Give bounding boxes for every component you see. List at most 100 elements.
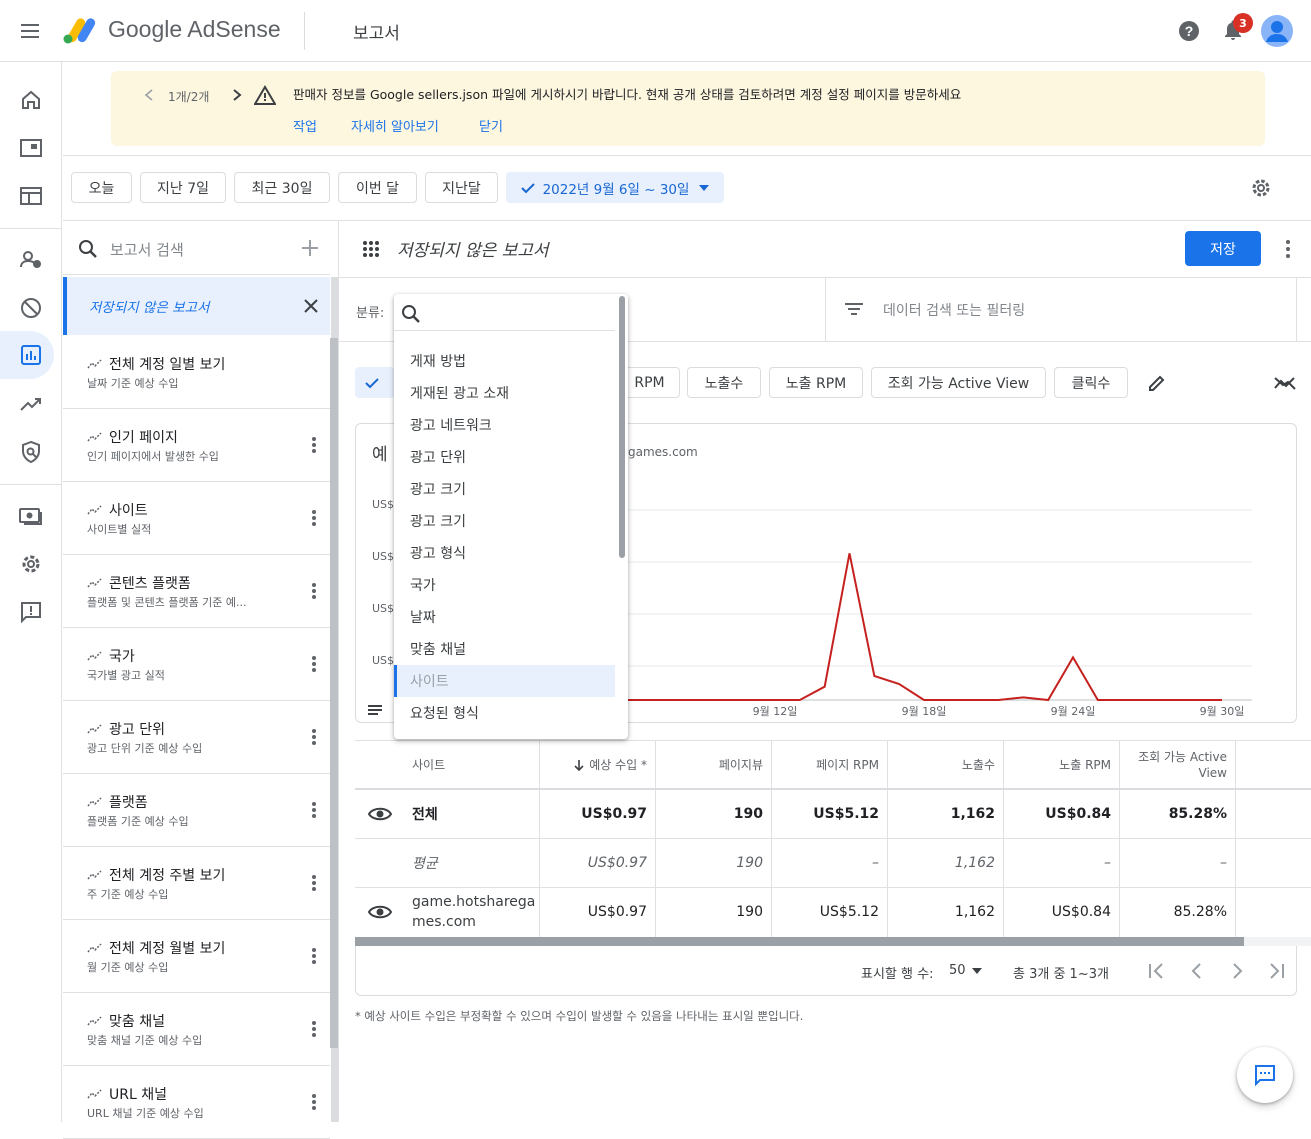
dropdown-option[interactable]: 게재 방법 xyxy=(394,345,615,377)
filter-input[interactable]: 데이터 검색 또는 필터링 xyxy=(883,300,1025,320)
dropdown-option[interactable]: 사이트 xyxy=(394,665,615,697)
report-item-monthly-account[interactable]: 전체 계정 월별 보기 월 기준 예상 수입 xyxy=(63,920,330,993)
column-header-site[interactable]: 사이트 xyxy=(404,741,534,789)
more-vert-icon[interactable] xyxy=(312,1094,316,1112)
first-page-icon[interactable] xyxy=(1147,962,1165,980)
dropdown-option[interactable]: 광고 네트워크 xyxy=(394,409,615,441)
more-vert-icon[interactable] xyxy=(312,510,316,528)
more-vert-icon[interactable] xyxy=(312,437,316,455)
report-item-sites[interactable]: 사이트 사이트별 실적 xyxy=(63,482,330,555)
menu-icon[interactable] xyxy=(20,22,42,40)
next-page-icon[interactable] xyxy=(1228,962,1246,980)
eye-icon[interactable] xyxy=(368,904,392,920)
last-page-icon[interactable] xyxy=(1268,962,1286,980)
eye-icon[interactable] xyxy=(368,806,392,822)
learn-more-link[interactable]: 자세히 알아보기 xyxy=(351,116,439,135)
column-header-page-rpm[interactable]: 페이지 RPM xyxy=(772,741,887,789)
column-header-active-view[interactable]: 조회 가능 Active View xyxy=(1120,741,1235,789)
more-vert-icon[interactable] xyxy=(312,948,316,966)
privacy-messaging-icon[interactable] xyxy=(18,246,44,272)
block-controls-icon[interactable] xyxy=(18,295,44,321)
total-page-views: 190 xyxy=(733,805,763,822)
report-item-countries[interactable]: 국가 국가별 광고 실적 xyxy=(63,628,330,701)
more-options-icon[interactable] xyxy=(1286,240,1290,258)
chart-x-tick-label: 9월 24일 xyxy=(1051,704,1096,718)
report-item-daily-account[interactable]: 전체 계정 일별 보기 날짜 기준 예상 수입 xyxy=(63,336,330,409)
report-item-ad-units[interactable]: 광고 단위 광고 단위 기준 예상 수입 xyxy=(63,701,330,774)
more-vert-icon[interactable] xyxy=(312,583,316,601)
home-icon[interactable] xyxy=(18,87,44,113)
dropdown-search-input[interactable] xyxy=(428,302,608,326)
metric-chip-rpm[interactable]: RPM xyxy=(620,367,680,398)
footnote: * 예상 사이트 수입은 부정확할 수 있으며 수입이 발생할 수 있음을 나타… xyxy=(355,1009,804,1023)
gear-icon[interactable] xyxy=(1250,177,1272,199)
date-chip-last-30-days[interactable]: 최근 30일 xyxy=(234,172,330,203)
settings-icon[interactable] xyxy=(18,551,44,577)
feedback-fab[interactable] xyxy=(1237,1047,1293,1103)
dismiss-button[interactable]: 닫기 xyxy=(479,116,503,135)
dropdown-option[interactable]: 요청된 형식 xyxy=(394,697,615,729)
previous-page-icon[interactable] xyxy=(1188,962,1206,980)
report-item-top-pages[interactable]: 인기 페이지 인기 페이지에서 발생한 수입 xyxy=(63,409,330,482)
metric-chip-impressions[interactable]: 노출수 xyxy=(687,367,761,398)
feedback-icon[interactable] xyxy=(18,599,44,625)
column-header-estimated-earnings[interactable]: 예상 수입 * xyxy=(540,741,655,789)
metric-chip-selected[interactable] xyxy=(355,367,395,398)
site-name-cell[interactable]: game.hotsharega mes.com xyxy=(412,892,535,932)
date-chip-today[interactable]: 오늘 xyxy=(71,172,132,203)
apps-grid-icon[interactable] xyxy=(362,240,380,258)
dropdown-option[interactable]: 맞춤 채널 xyxy=(394,633,615,665)
reports-icon[interactable] xyxy=(18,342,44,368)
more-vert-icon[interactable] xyxy=(312,729,316,747)
more-vert-icon[interactable] xyxy=(312,1021,316,1039)
chart-legend-icon[interactable] xyxy=(368,704,384,718)
chevron-left-icon[interactable] xyxy=(143,88,155,102)
dropdown-option[interactable]: 국가 xyxy=(394,569,615,601)
date-chip-this-month[interactable]: 이번 달 xyxy=(338,172,417,203)
policy-center-icon[interactable] xyxy=(18,439,44,465)
column-header-impression-rpm[interactable]: 노출 RPM xyxy=(1004,741,1119,789)
date-range-selector[interactable]: 2022년 9월 6일 ~ 30일 xyxy=(506,172,724,203)
save-button[interactable]: 저장 xyxy=(1185,231,1261,266)
date-chip-last-7-days[interactable]: 지난 7일 xyxy=(140,172,226,203)
column-header-impressions[interactable]: 노출수 xyxy=(888,741,1003,789)
report-item-content-platform[interactable]: 콘텐츠 플랫폼 플랫폼 및 콘텐츠 플랫폼 기준 예... xyxy=(63,555,330,628)
trend-icon[interactable] xyxy=(1273,374,1297,392)
report-item-custom-channels[interactable]: 맞춤 채널 맞춤 채널 기준 예상 수입 xyxy=(63,993,330,1066)
edit-icon[interactable] xyxy=(1147,373,1167,393)
report-title[interactable]: 저장되지 않은 보고서 xyxy=(397,236,549,261)
more-vert-icon[interactable] xyxy=(312,802,316,820)
dropdown-option[interactable]: 광고 단위 xyxy=(394,441,615,473)
filter-icon[interactable] xyxy=(845,302,863,316)
chevron-right-icon[interactable] xyxy=(231,88,243,102)
dropdown-option[interactable]: 게재된 광고 소재 xyxy=(394,377,615,409)
unsaved-report-item[interactable]: 저장되지 않은 보고서 xyxy=(63,277,330,335)
metric-chip-clicks[interactable]: 클릭수 xyxy=(1054,367,1128,398)
report-item-weekly-account[interactable]: 전체 계정 주별 보기 주 기준 예상 수입 xyxy=(63,847,330,920)
help-icon[interactable]: ? xyxy=(1178,20,1200,42)
dropdown-option[interactable]: 광고 크기 xyxy=(394,473,615,505)
rows-per-page-select[interactable]: 50 xyxy=(949,963,982,978)
more-vert-icon[interactable] xyxy=(312,656,316,674)
dropdown-option[interactable]: 광고 크기 xyxy=(394,505,615,537)
dropdown-scrollbar[interactable] xyxy=(619,296,625,558)
column-header-page-views[interactable]: 페이지뷰 xyxy=(656,741,771,789)
ads-icon[interactable] xyxy=(18,135,44,161)
report-item-url-channels[interactable]: URL 채널 URL 채널 기준 예상 수입 xyxy=(63,1066,330,1139)
date-chip-last-month[interactable]: 지난달 xyxy=(425,172,498,203)
dropdown-option[interactable]: 광고 형식 xyxy=(394,537,615,569)
add-report-icon[interactable] xyxy=(300,238,320,258)
report-search-input[interactable]: 보고서 검색 xyxy=(110,239,184,260)
metric-chip-active-view[interactable]: 조회 가능 Active View xyxy=(871,367,1046,398)
banner-action-button[interactable]: 작업 xyxy=(293,116,317,135)
avatar[interactable] xyxy=(1261,15,1293,47)
report-item-platforms[interactable]: 플랫폼 플랫폼 기준 예상 수입 xyxy=(63,774,330,847)
payments-icon[interactable] xyxy=(18,503,44,529)
metric-chip-impression-rpm[interactable]: 노출 RPM xyxy=(769,367,863,398)
dropdown-option[interactable]: 날짜 xyxy=(394,601,615,633)
close-icon[interactable] xyxy=(303,298,319,314)
sites-icon[interactable] xyxy=(18,183,44,209)
more-vert-icon[interactable] xyxy=(312,875,316,893)
average-impressions: 1,162 xyxy=(954,854,995,871)
optimization-icon[interactable] xyxy=(18,391,44,417)
